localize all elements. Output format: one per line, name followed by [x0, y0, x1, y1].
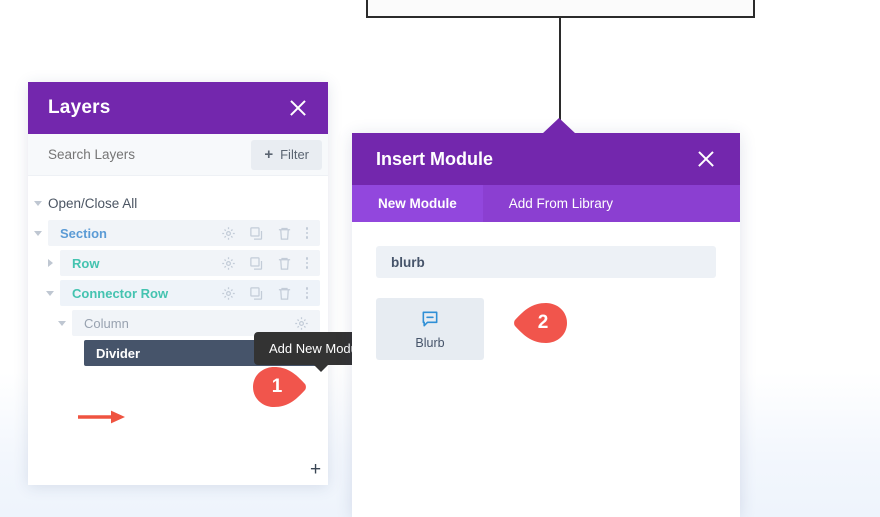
gear-icon[interactable]	[294, 316, 309, 331]
trash-icon[interactable]	[277, 256, 292, 271]
close-icon[interactable]	[288, 98, 308, 118]
layer-row-row[interactable]: Row	[40, 250, 328, 276]
open-close-all-label: Open/Close All	[48, 195, 138, 211]
layers-search-bar: + Filter	[28, 134, 328, 176]
layers-panel-title: Layers	[48, 97, 111, 118]
trash-icon[interactable]	[277, 286, 292, 301]
red-right-arrow-icon	[78, 410, 125, 424]
layer-label-connector-row: Connector Row	[72, 285, 169, 301]
more-vertical-icon[interactable]	[305, 257, 309, 269]
tab-add-from-library[interactable]: Add From Library	[483, 185, 639, 222]
tab-new-module[interactable]: New Module	[352, 185, 483, 222]
step-badge-1: 1	[253, 367, 307, 407]
layer-label-divider: Divider	[96, 345, 141, 361]
chevron-down-icon[interactable]	[40, 290, 60, 296]
layers-panel: Layers + Filter Open/Close All Section	[28, 82, 328, 485]
blurb-speech-bubble-icon	[420, 309, 440, 329]
insert-module-header: Insert Module	[352, 133, 740, 185]
chevron-down-icon[interactable]	[28, 200, 48, 206]
gear-icon[interactable]	[221, 226, 236, 241]
filter-button-label: Filter	[280, 147, 309, 162]
step-badge-2-label: 2	[537, 312, 549, 333]
gear-icon[interactable]	[221, 256, 236, 271]
open-close-all-row[interactable]: Open/Close All	[28, 190, 328, 216]
close-icon[interactable]	[696, 149, 716, 169]
vertical-connector-line	[559, 18, 561, 123]
screenshot-canvas: Layers + Filter Open/Close All Section	[0, 0, 880, 517]
add-new-module-button[interactable]: +	[310, 460, 321, 479]
gear-icon[interactable]	[221, 286, 236, 301]
more-vertical-icon[interactable]	[305, 227, 309, 239]
chevron-down-icon[interactable]	[52, 320, 72, 326]
duplicate-icon[interactable]	[249, 286, 264, 301]
module-tile-label-blurb: Blurb	[415, 335, 445, 350]
filter-button[interactable]: + Filter	[251, 139, 322, 170]
search-layers-input[interactable]	[48, 147, 252, 162]
step-badge-1-label: 1	[271, 376, 283, 397]
layer-row-section[interactable]: Section	[28, 220, 328, 246]
chevron-down-icon[interactable]	[28, 230, 48, 236]
module-search-input[interactable]	[376, 246, 716, 278]
panel-pointer-triangle	[542, 118, 576, 134]
chevron-right-icon[interactable]	[40, 259, 60, 267]
step-badge-2: 2	[513, 303, 567, 343]
layer-label-column: Column	[84, 315, 129, 331]
insert-module-tabs: New Module Add From Library	[352, 185, 740, 222]
layer-label-section: Section	[60, 225, 107, 241]
layer-row-connector-row[interactable]: Connector Row	[40, 280, 328, 306]
module-tile-blurb[interactable]: Blurb	[376, 298, 484, 360]
layer-label-row: Row	[72, 255, 100, 271]
duplicate-icon[interactable]	[249, 226, 264, 241]
more-vertical-icon[interactable]	[305, 287, 309, 299]
module-outline-box	[366, 0, 755, 18]
trash-icon[interactable]	[277, 226, 292, 241]
insert-module-title: Insert Module	[376, 148, 494, 169]
layers-panel-header: Layers	[28, 82, 328, 134]
plus-icon: +	[264, 146, 274, 163]
duplicate-icon[interactable]	[249, 256, 264, 271]
